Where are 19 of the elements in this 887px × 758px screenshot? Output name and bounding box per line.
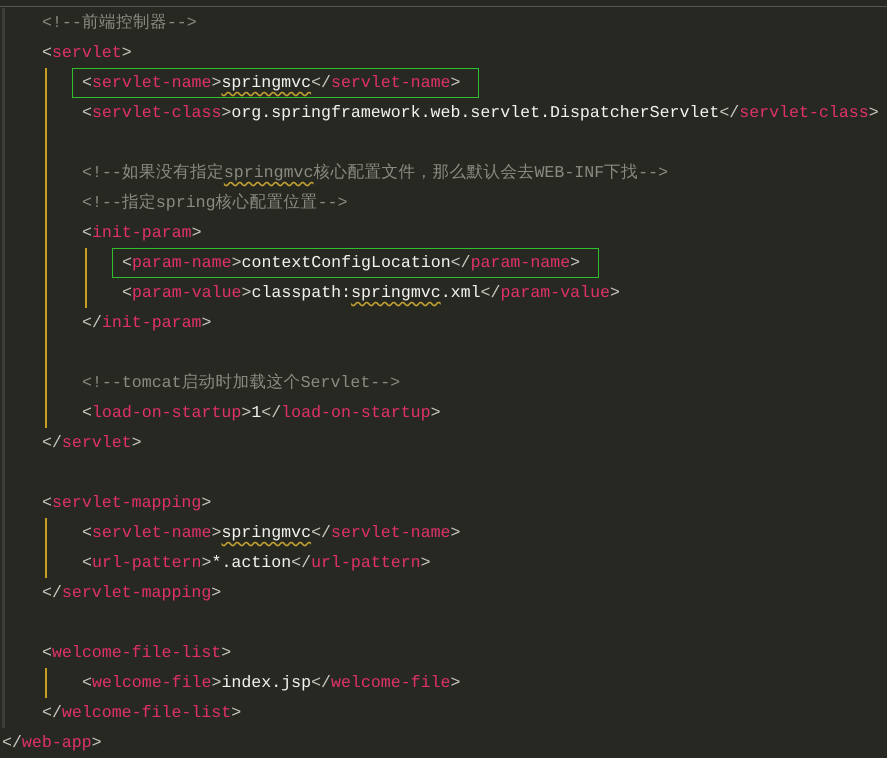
code-line: </web-app> (2, 732, 102, 754)
code-line: <servlet> (42, 42, 132, 64)
code-line: </welcome-file-list> (42, 702, 242, 724)
code-line: <servlet-class>org.springframework.web.servlet.DispatcherServlet</servlet-class> (82, 102, 879, 124)
code-line: <servlet-name>springmvc</servlet-name> (82, 522, 460, 544)
code-line: <welcome-file>index.jsp</welcome-file> (82, 672, 460, 694)
code-line: <welcome-file-list> (42, 642, 232, 664)
code-line: <param-value>classpath:springmvc.xml</param-value> (122, 282, 620, 304)
code-line: <load-on-startup>1</load-on-startup> (82, 402, 441, 424)
code-line: <init-param> (82, 222, 202, 244)
code-line: <servlet-mapping> (42, 492, 212, 514)
code-line: </init-param> (82, 312, 212, 334)
code-line: </servlet> (42, 432, 142, 454)
code-line: <url-pattern>*.action</url-pattern> (82, 552, 431, 574)
code-comment: <!--tomcat启动时加载这个Servlet--> (82, 372, 400, 394)
code-line: </servlet-mapping> (42, 582, 222, 604)
code-comment: <!--指定spring核心配置位置--> (82, 192, 348, 214)
code-comment: <!--前端控制器--> (42, 12, 197, 34)
code-comment: <!--如果没有指定springmvc核心配置文件，那么默认会去WEB-INF下找--> (82, 162, 668, 184)
